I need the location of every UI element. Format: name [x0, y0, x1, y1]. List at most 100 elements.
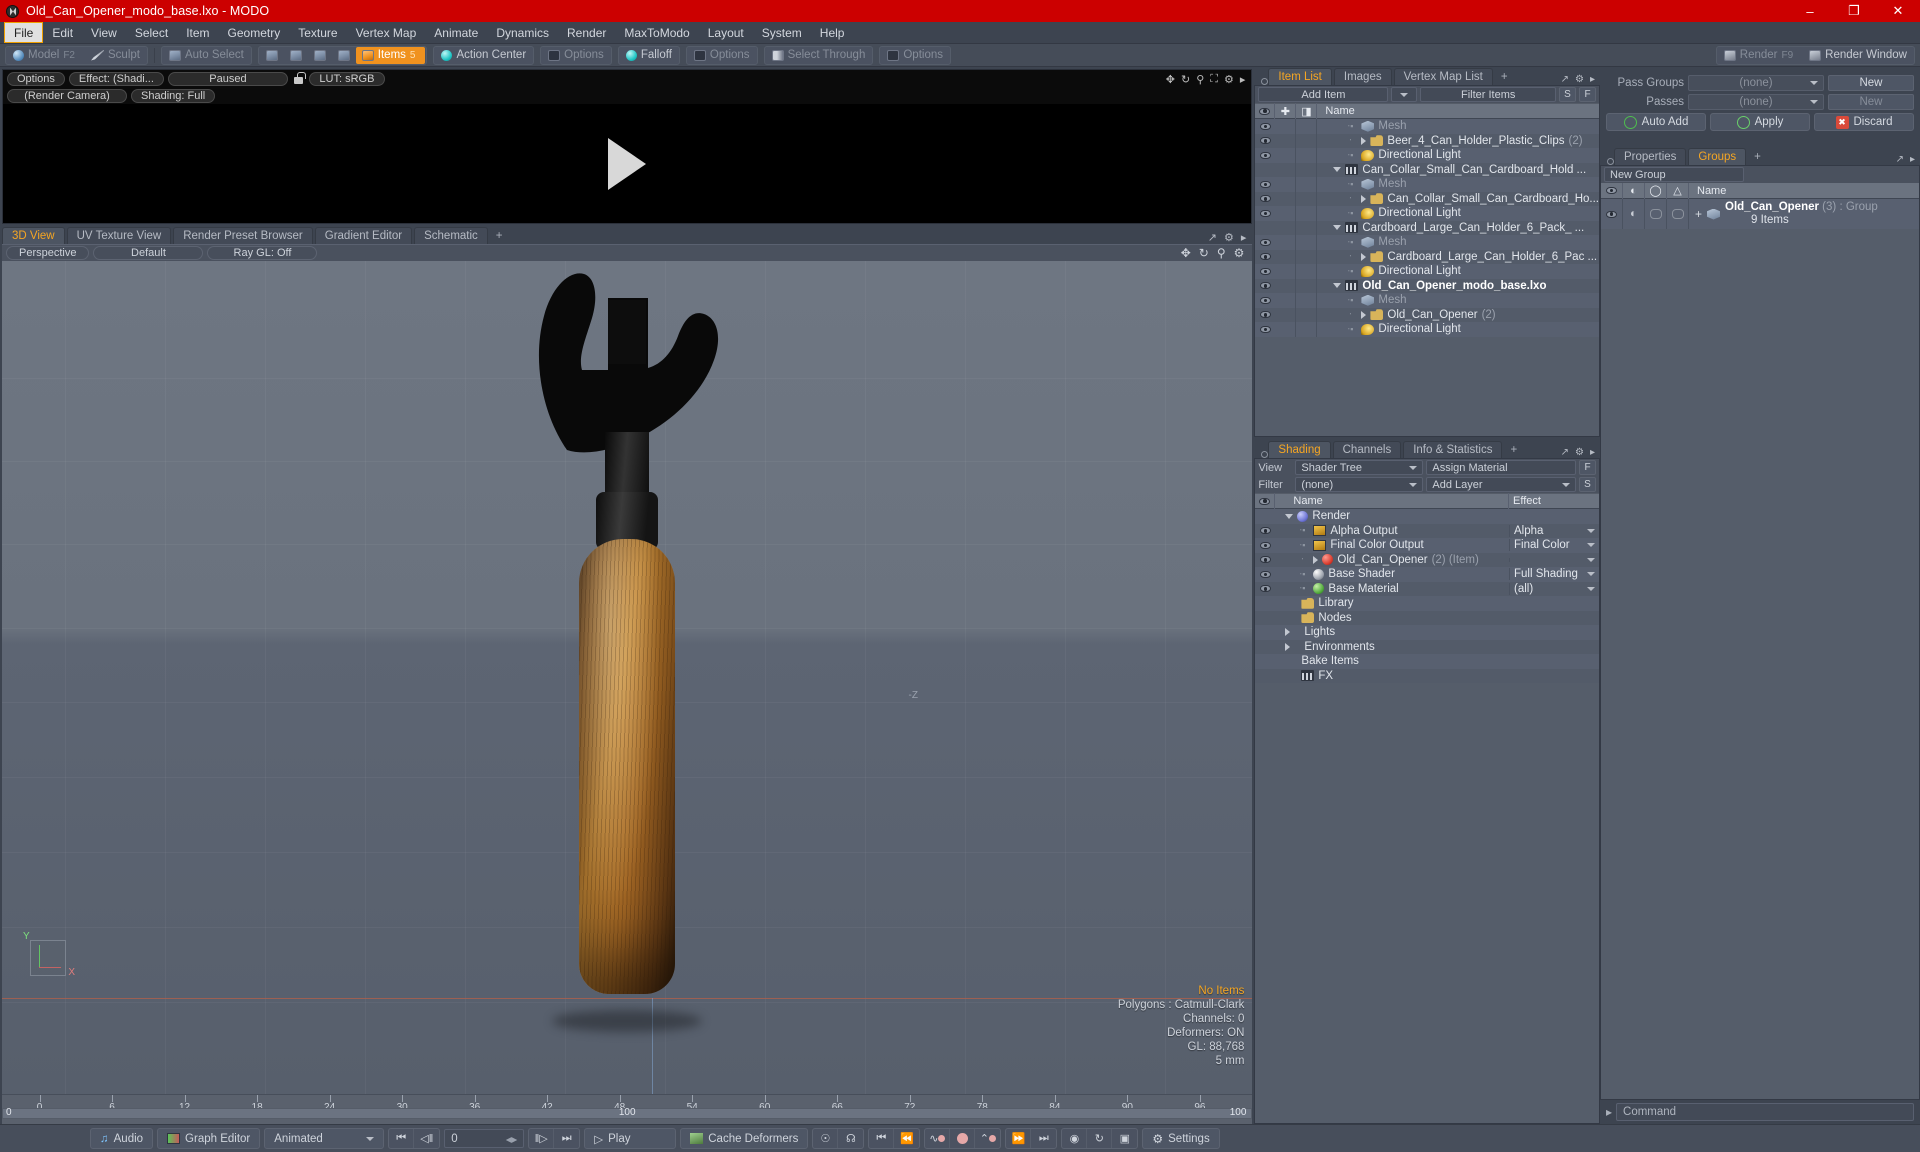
row-visibility-toggle[interactable]: [1255, 527, 1275, 535]
row-name[interactable]: ‧▪ Mesh: [1317, 178, 1406, 190]
menu-item-render[interactable]: Render: [558, 22, 615, 43]
filter-items-input[interactable]: Filter Items: [1420, 87, 1556, 102]
item-list-s-button[interactable]: S: [1559, 87, 1576, 102]
effect-column-header[interactable]: Effect: [1509, 493, 1599, 509]
row-name[interactable]: ‧▪ Directional Light: [1317, 265, 1461, 277]
maximize-button[interactable]: ❐: [1832, 0, 1876, 22]
row-name[interactable]: ‧▪ Mesh: [1317, 294, 1406, 306]
preview-paused-button[interactable]: Paused: [167, 71, 288, 86]
chevron-right-icon[interactable]: [1285, 642, 1291, 651]
play-button[interactable]: ▷ Play: [584, 1128, 677, 1149]
previous-key-button[interactable]: ◁‖: [414, 1129, 439, 1148]
auto-add-button[interactable]: Auto Add: [1606, 113, 1706, 131]
chevron-down-icon[interactable]: [1333, 167, 1342, 173]
table-row[interactable]: ‧▪ Directional Light: [1255, 206, 1599, 221]
chevron-right-icon[interactable]: ▸: [1590, 447, 1595, 458]
tab-gradient-editor[interactable]: Gradient Editor: [314, 227, 413, 244]
table-row[interactable]: ‧ Cardboard_Large_Can_Holder_6_Pac ...: [1255, 249, 1599, 264]
preview-options-button[interactable]: Options: [7, 71, 65, 86]
menu-item-vertex-map[interactable]: Vertex Map: [347, 22, 426, 43]
shader-tree-dropdown[interactable]: Shader Tree: [1295, 460, 1424, 475]
row-name[interactable]: + Old_Can_Opener (3) : Group 9 Items: [1689, 201, 1919, 227]
key-set-icon[interactable]: ▣: [1112, 1129, 1137, 1148]
next-keyframe-icon[interactable]: ⏩: [1006, 1129, 1032, 1148]
table-row[interactable]: Lights: [1255, 625, 1599, 640]
tab-3d-view[interactable]: 3D View: [2, 227, 65, 244]
settings-button[interactable]: ⚙ Settings: [1142, 1128, 1220, 1149]
table-row[interactable]: ‧▪ Directional Light: [1255, 264, 1599, 279]
can-opener-model[interactable]: [497, 264, 757, 1033]
table-row[interactable]: Nodes: [1255, 610, 1599, 625]
rotate-icon[interactable]: ↻: [1199, 246, 1209, 260]
zoom-icon[interactable]: ⚲: [1217, 246, 1226, 260]
select-through-options-button[interactable]: Options: [881, 47, 949, 64]
chevron-down-icon[interactable]: [1285, 513, 1294, 519]
row-visibility-toggle[interactable]: [1255, 282, 1275, 290]
menu-item-geometry[interactable]: Geometry: [219, 22, 290, 43]
add-item-button[interactable]: Add Item: [1258, 87, 1389, 102]
menu-item-edit[interactable]: Edit: [43, 22, 82, 43]
menu-item-file[interactable]: File: [4, 22, 44, 43]
row-visibility-toggle[interactable]: [1255, 267, 1275, 275]
last-key-icon[interactable]: ⏭: [1031, 1129, 1056, 1148]
chevron-right-icon[interactable]: ▸: [1241, 231, 1247, 244]
viewport-shading-dropdown[interactable]: Default: [93, 246, 204, 260]
menu-item-view[interactable]: View: [82, 22, 126, 43]
row-name[interactable]: ‧ Cardboard_Large_Can_Holder_6_Pac ...: [1317, 251, 1597, 263]
row-name[interactable]: ‧▪ Base Shader: [1275, 568, 1509, 580]
row-visibility-toggle[interactable]: [1255, 585, 1275, 593]
row-visibility-toggle[interactable]: [1255, 325, 1275, 333]
create-key-icon[interactable]: ∿: [925, 1129, 951, 1148]
table-row[interactable]: ‧ Old_Can_Opener (2): [1255, 307, 1599, 322]
table-row[interactable]: Environments: [1255, 639, 1599, 654]
row-name[interactable]: ‧▪ Base Material: [1275, 583, 1509, 595]
chevron-right-icon[interactable]: [1313, 555, 1319, 564]
apply-button[interactable]: Apply: [1710, 113, 1810, 131]
row-shade-toggle[interactable]: ◐: [1623, 199, 1645, 229]
preview-canvas[interactable]: [3, 104, 1252, 223]
row-visibility-toggle[interactable]: [1255, 296, 1275, 304]
table-row[interactable]: FX: [1255, 668, 1599, 683]
chevron-right-icon[interactable]: [1361, 252, 1367, 261]
table-row[interactable]: Render: [1255, 509, 1599, 524]
groups-list-rows[interactable]: ◐ + Old_Can_Opener (3) : Group 9 Items: [1601, 199, 1919, 1099]
preview-effect-dropdown[interactable]: Effect: (Shadi...: [68, 71, 164, 86]
viewport-3d-canvas[interactable]: -Z Y X No Items Polygons: Catmull-Clark…: [2, 261, 1253, 1094]
preview-camera-dropdown[interactable]: (Render Camera): [7, 88, 127, 103]
table-row[interactable]: ‧▪ Final Color Output Final Color: [1255, 538, 1599, 553]
gear-icon[interactable]: ⚙: [1575, 74, 1584, 85]
polygons-mode-button[interactable]: [308, 47, 332, 64]
chevron-down-icon[interactable]: [1333, 283, 1342, 289]
cache-deformers-button[interactable]: Cache Deformers: [680, 1128, 809, 1149]
frame-spinner-icon[interactable]: ◂▸: [506, 1132, 518, 1146]
edges-mode-button[interactable]: [284, 47, 308, 64]
select-through-button[interactable]: Select Through: [766, 47, 872, 64]
row-name[interactable]: ‧▪ Directional Light: [1317, 207, 1461, 219]
table-row[interactable]: ‧▪ Mesh: [1255, 235, 1599, 250]
panel-menu-dot-icon[interactable]: [1261, 451, 1269, 458]
row-visibility-toggle[interactable]: [1255, 151, 1275, 159]
table-row[interactable]: ‧▪ Base Material (all): [1255, 581, 1599, 596]
chevron-right-icon[interactable]: ▸: [1910, 154, 1915, 165]
tab-add-button[interactable]: +: [1504, 441, 1523, 458]
row-name[interactable]: ‧ Beer_4_Can_Holder_Plastic_Clips (2): [1317, 135, 1583, 147]
assign-material-button[interactable]: Assign Material: [1426, 460, 1576, 475]
go-to-start-button[interactable]: ⏮: [389, 1129, 415, 1148]
table-row[interactable]: Library: [1255, 596, 1599, 611]
row-name[interactable]: ‧▪ Alpha Output: [1275, 525, 1509, 537]
row-visibility-toggle[interactable]: [1255, 311, 1275, 319]
add-layer-dropdown[interactable]: Add Layer: [1426, 477, 1576, 492]
table-row[interactable]: ‧▪ Mesh: [1255, 119, 1599, 134]
tab-groups[interactable]: Groups: [1688, 148, 1747, 165]
discard-button[interactable]: Discard: [1814, 113, 1914, 131]
menu-item-help[interactable]: Help: [811, 22, 854, 43]
menu-item-animate[interactable]: Animate: [425, 22, 487, 43]
expand-icon[interactable]: ↗: [1208, 231, 1217, 244]
tab-shading[interactable]: Shading: [1268, 441, 1331, 458]
chevron-right-icon[interactable]: [1361, 136, 1367, 145]
gear-icon[interactable]: ⚙: [1224, 73, 1234, 86]
action-center-button[interactable]: Action Center: [435, 47, 532, 64]
render-window-button[interactable]: Render Window: [1803, 47, 1913, 64]
row-select-toggle[interactable]: [1667, 199, 1689, 229]
row-name[interactable]: Bake Items: [1275, 655, 1509, 667]
